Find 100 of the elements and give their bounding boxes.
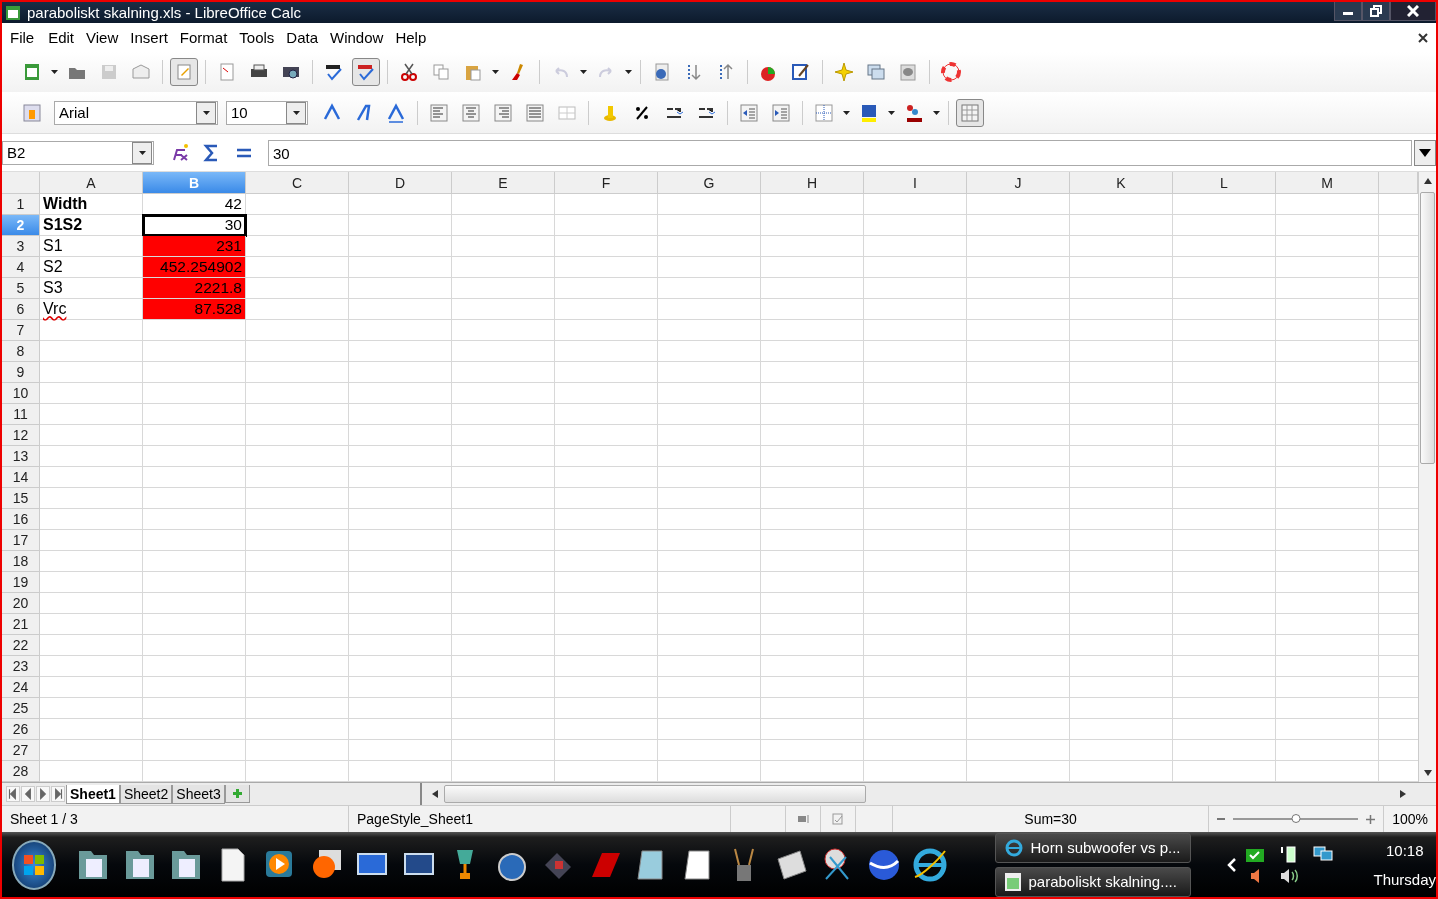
menu-item[interactable]: Edit — [48, 29, 86, 46]
row-header[interactable]: 18 — [2, 551, 40, 572]
dropdown-arrow-icon[interactable] — [625, 70, 632, 74]
column-header[interactable]: H — [761, 172, 864, 194]
row-header[interactable]: 24 — [2, 677, 40, 698]
vertical-scrollbar[interactable] — [1418, 172, 1436, 782]
row-header[interactable]: 17 — [2, 530, 40, 551]
dropdown-arrow-icon[interactable] — [843, 110, 850, 115]
align-center-icon[interactable] — [461, 102, 481, 123]
close-document-icon[interactable] — [1418, 32, 1428, 43]
scrollbar-thumb[interactable] — [443, 785, 866, 803]
row-header[interactable]: 8 — [2, 341, 40, 362]
row-header[interactable]: 22 — [2, 635, 40, 656]
name-box[interactable]: B2 — [2, 140, 154, 165]
dropdown-arrow-icon[interactable] — [292, 110, 300, 115]
row-header[interactable]: 16 — [2, 509, 40, 530]
font-size-field[interactable]: 10 — [226, 100, 308, 125]
sheet-tab[interactable]: Sheet1 — [66, 784, 120, 804]
font-color-icon[interactable] — [904, 102, 924, 123]
sheet-navigation-icon[interactable] — [6, 786, 20, 802]
row-header[interactable]: 7 — [2, 320, 40, 341]
menu-item[interactable]: View — [86, 29, 130, 46]
column-header[interactable]: E — [452, 172, 555, 194]
align-right-icon[interactable] — [493, 102, 513, 123]
align-left-icon[interactable] — [429, 102, 449, 123]
new-spreadsheet-icon[interactable] — [22, 62, 42, 82]
column-header[interactable]: M — [1276, 172, 1379, 194]
background-color-icon[interactable] — [859, 102, 879, 123]
align-justify-icon[interactable] — [525, 102, 545, 123]
row-header[interactable]: 20 — [2, 593, 40, 614]
chevron-left-icon[interactable] — [1227, 857, 1238, 872]
row-header[interactable]: 4 — [2, 257, 40, 278]
dropdown-arrow-icon[interactable] — [580, 70, 587, 74]
row-header[interactable]: 13 — [2, 446, 40, 467]
scrollbar-thumb[interactable] — [1420, 192, 1435, 464]
menu-item[interactable]: Data — [286, 29, 330, 46]
column-header[interactable]: J — [967, 172, 1070, 194]
sheet-navigation-icon[interactable] — [21, 786, 35, 802]
row-header[interactable]: 27 — [2, 740, 40, 761]
column-header[interactable]: G — [658, 172, 761, 194]
scroll-up-icon[interactable] — [1423, 178, 1432, 184]
start-button[interactable] — [12, 839, 57, 890]
cut-icon[interactable] — [399, 62, 419, 82]
column-header[interactable]: F — [555, 172, 658, 194]
taskbar-button[interactable]: paraboliskt skalning.... — [995, 866, 1192, 897]
row-header[interactable]: 11 — [2, 404, 40, 425]
close-button[interactable] — [1390, 2, 1436, 21]
formula-input[interactable]: 30 — [268, 139, 1412, 166]
sheet-tab[interactable]: Sheet2 — [119, 784, 173, 804]
underline-icon[interactable] — [386, 102, 406, 123]
clock[interactable]: 10:18 Thursday — [1373, 841, 1436, 888]
sheet-tab[interactable]: Sheet3 — [172, 784, 225, 804]
menu-item[interactable]: Help — [395, 29, 438, 46]
lifebuoy-icon[interactable] — [941, 62, 961, 82]
menu-item[interactable]: Format — [179, 29, 239, 46]
zoom-in-icon[interactable] — [1366, 814, 1376, 824]
minimize-button[interactable] — [1334, 2, 1362, 21]
row-header[interactable]: 9 — [2, 362, 40, 383]
scroll-right-icon[interactable] — [1400, 790, 1406, 798]
star-icon[interactable] — [834, 62, 854, 82]
dropdown-arrow-icon[interactable] — [51, 70, 58, 74]
row-header[interactable]: 10 — [2, 383, 40, 404]
row-header[interactable]: 28 — [2, 761, 40, 782]
column-header[interactable]: I — [864, 172, 967, 194]
column-header[interactable]: L — [1173, 172, 1276, 194]
network-icon[interactable] — [1313, 844, 1334, 863]
row-header[interactable]: 6 — [2, 299, 40, 320]
navigator-icon[interactable] — [652, 62, 672, 82]
dropdown-arrow-icon[interactable] — [138, 150, 146, 155]
column-header[interactable]: D — [349, 172, 452, 194]
auto-spellcheck-icon[interactable] — [356, 62, 376, 82]
taskbar-button[interactable]: Horn subwoofer vs p... — [995, 832, 1192, 863]
cylinders-icon[interactable] — [898, 62, 918, 82]
row-header[interactable]: 23 — [2, 656, 40, 677]
row-header[interactable]: 21 — [2, 614, 40, 635]
menu-item[interactable]: Insert — [130, 29, 179, 46]
row-header[interactable]: 1 — [2, 194, 40, 215]
dropdown-arrow-icon[interactable] — [888, 110, 895, 115]
scroll-left-icon[interactable] — [431, 790, 438, 798]
row-header[interactable]: 25 — [2, 698, 40, 719]
indent-decrease-icon[interactable] — [739, 102, 759, 123]
scroll-down-icon[interactable] — [1423, 770, 1432, 776]
dropdown-arrow-icon[interactable] — [933, 110, 940, 115]
sheet-navigation-icon[interactable] — [51, 786, 65, 802]
column-header[interactable]: A — [40, 172, 143, 194]
selection-mode-icon[interactable] — [797, 814, 809, 824]
indent-increase-icon[interactable] — [771, 102, 791, 123]
row-header[interactable]: 19 — [2, 572, 40, 593]
row-header[interactable]: 14 — [2, 467, 40, 488]
dropdown-arrow-icon[interactable] — [492, 70, 499, 74]
sheet-navigation-icon[interactable] — [36, 786, 50, 802]
menu-item[interactable]: Tools — [239, 29, 286, 46]
spellcheck-icon[interactable] — [324, 62, 344, 82]
row-header[interactable]: 15 — [2, 488, 40, 509]
row-header[interactable]: 26 — [2, 719, 40, 740]
drawing-icon[interactable] — [791, 62, 811, 82]
e-logo-icon[interactable] — [913, 846, 948, 883]
column-header[interactable]: C — [246, 172, 349, 194]
menu-item[interactable]: Window — [330, 29, 395, 46]
row-header[interactable]: 12 — [2, 425, 40, 446]
